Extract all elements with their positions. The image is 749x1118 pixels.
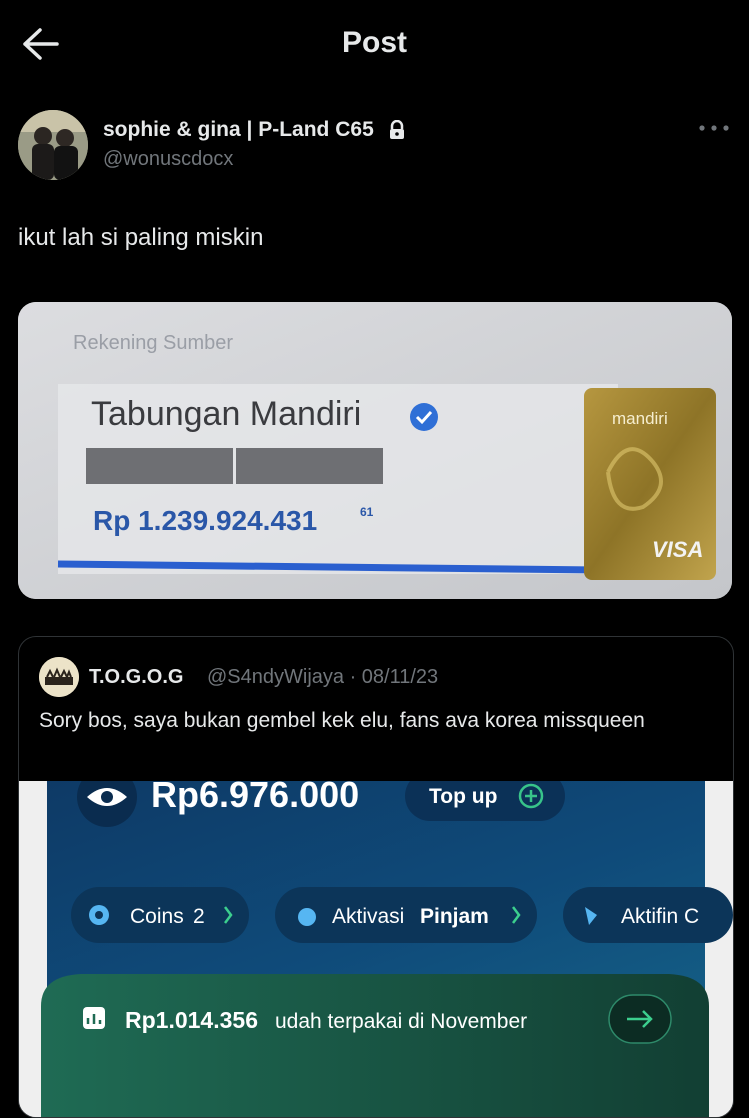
page-title: Post [341, 26, 407, 59]
lock-icon [389, 120, 404, 140]
spent-amount: Rp1.014.356 [125, 1007, 258, 1033]
aktivasi-bold: Pinjam [420, 905, 489, 928]
spending-bar: Rp1.014.356 udah terpakai di November [41, 974, 709, 1117]
bank-section-label: Rekening Sumber [73, 332, 233, 354]
author-display-name[interactable]: sophie & gina | P-Land C65 [103, 118, 406, 142]
quote-media-image[interactable]: Rp6.976.000 Top up Coins 2 Aktivasi Pinj… [19, 781, 733, 1117]
topup-label: Top up [429, 785, 497, 808]
mandiri-card: mandiri VISA [584, 388, 716, 580]
quote-text: Sory bos, saya bukan gembel kek elu, fan… [39, 709, 645, 732]
bank-balance-cents: 61 [360, 505, 374, 519]
aktivasi-prefix: Aktivasi [332, 905, 404, 928]
aktivasi-chip: Aktivasi Pinjam [275, 887, 537, 943]
quoted-tweet[interactable]: T.O.G.O.G @S4ndyWijaya · 08/11/23 Sory b… [18, 636, 734, 1118]
coins-count: 2 [193, 905, 205, 928]
aktifin-label: Aktifin C [621, 905, 699, 928]
quote-avatar[interactable] [39, 657, 79, 697]
coins-chip: Coins 2 [71, 887, 249, 943]
tweet-media-image[interactable]: Rekening Sumber Tabungan Mandiri Rp 1.23… [18, 302, 732, 599]
quote-author-name: T.O.G.O.G [89, 666, 184, 688]
topup-button: Top up [405, 781, 565, 821]
redacted-bar [86, 448, 233, 484]
card-network-logo: VISA [652, 537, 703, 562]
quote-handle-date: @S4ndyWijaya · 08/11/23 [207, 666, 439, 688]
tweet-text: ikut lah si paling miskin [18, 224, 264, 251]
redacted-bar [236, 448, 383, 484]
card-brand-logo: mandiri [612, 409, 668, 428]
author-handle[interactable]: @wonuscdocx [103, 148, 233, 171]
aktifin-chip: Aktifin C [563, 887, 733, 943]
bank-balance: Rp 1.239.924.431 [93, 505, 317, 536]
author-name-text: sophie & gina | P-Land C65 [103, 118, 374, 141]
top-bar: Post [0, 0, 749, 90]
coins-label: Coins [130, 905, 184, 928]
bank-account-name: Tabungan Mandiri [91, 395, 361, 433]
app-balance: Rp6.976.000 [151, 781, 359, 815]
verified-check-icon [410, 403, 438, 431]
spent-text: udah terpakai di November [275, 1010, 527, 1033]
more-options-icon[interactable] [698, 118, 730, 138]
avatar[interactable] [18, 110, 88, 180]
